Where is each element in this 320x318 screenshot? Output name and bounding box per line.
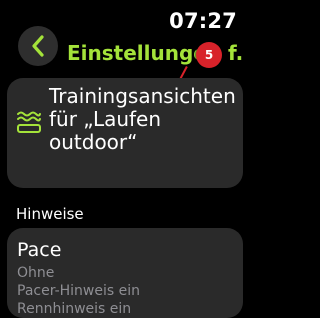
notification-badge: 5 bbox=[196, 42, 222, 68]
pace-detail-line: Ohne bbox=[17, 265, 55, 281]
section-header-hinweise: Hinweise bbox=[16, 205, 84, 223]
pace-detail-line: Rennhinweis ein bbox=[17, 301, 132, 317]
chevron-left-icon bbox=[32, 35, 44, 57]
back-button[interactable] bbox=[18, 26, 58, 66]
pace-detail-line: Pacer-Hinweis ein bbox=[17, 283, 140, 299]
workout-views-label: Trainingsansich­ten für „Laufen outdoor“ bbox=[49, 84, 236, 154]
pace-alerts-card[interactable]: Pace Ohne Pacer-Hinweis ein Rennhinweis … bbox=[7, 228, 243, 318]
workout-views-card[interactable]: Trainingsansich­ten für „Laufen outdoor“ bbox=[7, 78, 243, 188]
status-time: 07:27 bbox=[169, 9, 237, 33]
pace-title: Pace bbox=[17, 239, 62, 261]
workout-views-icon bbox=[17, 111, 41, 133]
